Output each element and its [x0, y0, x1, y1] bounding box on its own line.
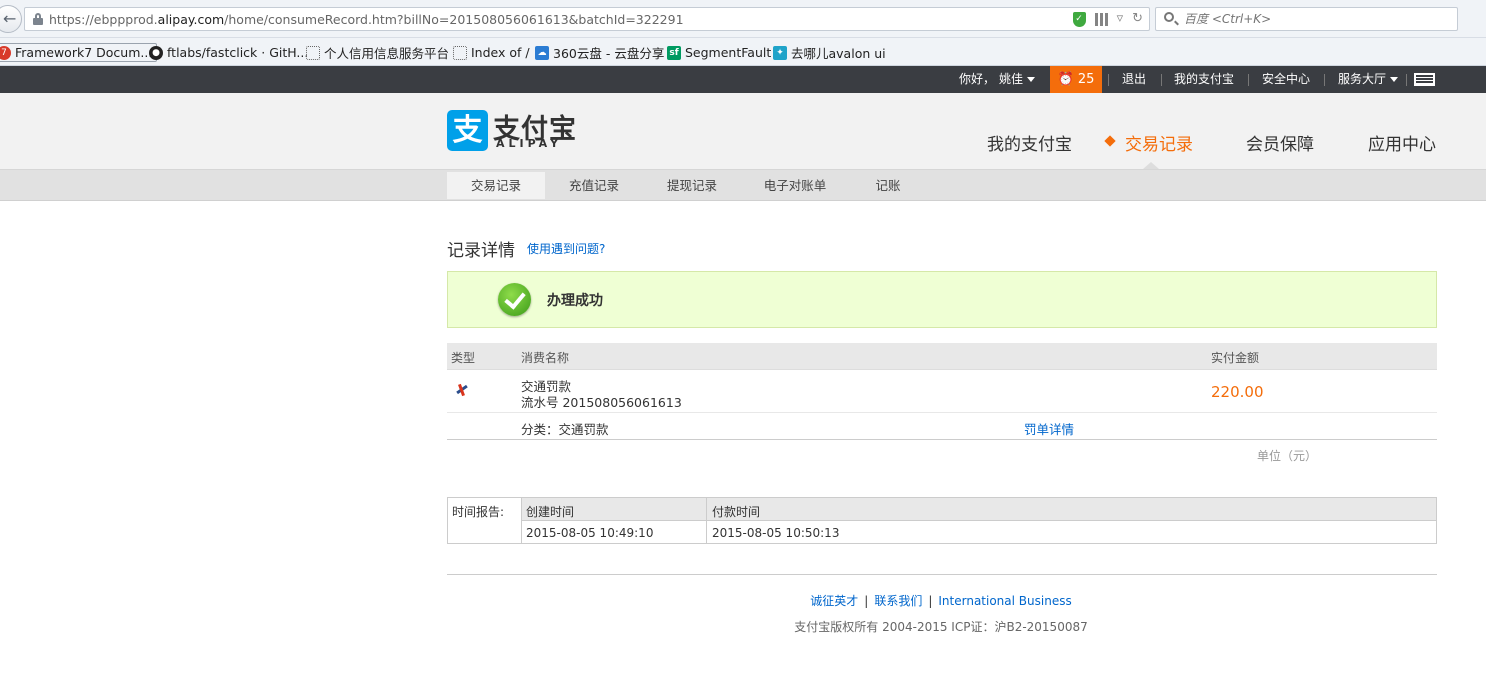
column-amount: 实付金额	[1211, 351, 1260, 365]
nav-member-protection[interactable]: 会员保障	[1246, 130, 1314, 155]
back-button[interactable]: ←	[0, 5, 22, 33]
unit-label: 单位（元）	[1257, 449, 1318, 463]
time-report-table: 时间报告: 创建时间 付款时间 2015-08-05 10:49:10 2015…	[447, 497, 1437, 544]
bookmarks-bar: 7 Framework7 Docum... ● ftlabs/fastclick ·…	[0, 38, 1486, 66]
traffic-fine-icon	[454, 382, 470, 398]
url-text[interactable]: https://ebppprod.alipay.com/home/consume…	[49, 12, 684, 27]
logout-link[interactable]: 退出	[1122, 66, 1146, 93]
paid-amount: 220.00	[1211, 383, 1264, 401]
paid-time: 2015-08-05 10:50:13	[712, 526, 840, 540]
nav-my-alipay[interactable]: 我的支付宝	[987, 130, 1072, 155]
nav-pointer-icon	[1143, 162, 1159, 169]
subtab-recharge[interactable]: 充值记录	[545, 172, 643, 199]
nav-app-center[interactable]: 应用中心	[1368, 130, 1436, 155]
site-header: 支 支付宝 ALIPAY 我的支付宝 交易记录 会员保障 应用中心	[0, 93, 1486, 169]
alipay-topbar: 你好， 姚佳 ⏰ 25 退出 我的支付宝 安全中心 服务大厅	[0, 66, 1486, 93]
qr-code-icon[interactable]	[1094, 12, 1108, 26]
contact-link[interactable]: 联系我们	[874, 594, 922, 608]
page-icon	[306, 45, 320, 60]
user-menu[interactable]: 你好， 姚佳	[959, 66, 1036, 93]
table-row: 分类：交通罚款 罚单详情	[447, 413, 1437, 440]
chevron-down-icon	[1390, 77, 1399, 82]
column-name: 消费名称	[521, 351, 570, 365]
subtab-transactions[interactable]: 交易记录	[447, 172, 545, 199]
bookmark-framework7[interactable]: 7 Framework7 Docum...	[0, 43, 158, 62]
subtab-bookkeeping[interactable]: 记账	[859, 172, 917, 199]
created-time-label: 创建时间	[526, 505, 575, 519]
cloud-icon: ☁	[535, 45, 549, 60]
back-arrow-icon: ←	[3, 9, 17, 28]
sub-navigation: 交易记录 充值记录 提现记录 电子对账单 记账	[0, 169, 1486, 201]
browser-search-box[interactable]	[1155, 7, 1458, 31]
address-bar[interactable]: https://ebppprod.alipay.com/home/consume…	[24, 7, 1150, 31]
github-icon: ●	[149, 45, 163, 60]
search-input[interactable]	[1182, 10, 1452, 28]
bookmark-fastclick[interactable]: ● ftlabs/fastclick · GitH...	[149, 44, 308, 61]
security-center-link[interactable]: 安全中心	[1262, 66, 1310, 93]
service-hall-menu[interactable]: 服务大厅	[1338, 66, 1399, 93]
alipay-logo-icon[interactable]: 支	[447, 110, 488, 151]
browser-toolbar: ← https://ebppprod.alipay.com/home/consu…	[0, 0, 1486, 38]
list-menu-icon[interactable]	[1414, 73, 1435, 86]
chevron-down-icon	[1027, 77, 1036, 82]
bookmark-avalon[interactable]: ✦ 去哪儿avalon ui	[773, 44, 886, 61]
page-icon	[453, 45, 467, 60]
created-time: 2015-08-05 10:49:10	[526, 526, 654, 540]
paid-time-label: 付款时间	[712, 505, 761, 519]
my-alipay-link[interactable]: 我的支付宝	[1174, 66, 1234, 93]
copyright: 支付宝版权所有 2004-2015 ICP证：沪B2-20150087	[794, 620, 1088, 634]
bookmark-index[interactable]: Index of /	[453, 44, 530, 61]
time-report-label: 时间报告:	[448, 498, 522, 543]
page-title: 记录详情	[447, 241, 515, 261]
column-type: 类型	[451, 351, 476, 365]
ticket-detail-link[interactable]: 罚单详情	[1024, 419, 1074, 438]
nav-transactions[interactable]: 交易记录	[1125, 130, 1193, 155]
dropdown-arrow-icon[interactable]: ▿	[1117, 11, 1124, 27]
segmentfault-icon: sf	[667, 45, 681, 60]
alarm-clock-icon: ⏰	[1057, 72, 1074, 87]
category: 分类：交通罚款	[521, 422, 609, 437]
logo-subtext: ALIPAY	[496, 137, 563, 150]
success-check-icon	[498, 283, 531, 316]
subtab-withdraw[interactable]: 提现记录	[643, 172, 741, 199]
framework7-icon: 7	[0, 45, 11, 60]
footer-divider	[447, 574, 1437, 575]
lock-icon	[33, 13, 43, 25]
serial-number: 流水号 201508056061613	[521, 395, 682, 410]
international-link[interactable]: International Business	[938, 594, 1071, 608]
success-banner: 办理成功	[447, 271, 1437, 328]
status-text: 办理成功	[547, 293, 603, 309]
qunar-icon: ✦	[773, 45, 787, 60]
reload-icon[interactable]: ↻	[1132, 11, 1143, 27]
time-report-header	[522, 498, 1436, 521]
table-row: 交通罚款 流水号 201508056061613 220.00	[447, 370, 1437, 413]
shield-icon[interactable]: ✓	[1072, 11, 1086, 27]
bookmark-credit[interactable]: 个人信用信息服务平台	[306, 44, 449, 61]
reminder-badge[interactable]: ⏰ 25	[1050, 66, 1102, 93]
active-indicator-icon	[1104, 135, 1116, 147]
record-table-header: 类型 消费名称 实付金额	[447, 343, 1437, 370]
careers-link[interactable]: 诚征英才	[810, 594, 858, 608]
bookmark-segmentfault[interactable]: sf SegmentFault	[667, 44, 771, 61]
search-icon	[1164, 12, 1174, 22]
subtab-statement[interactable]: 电子对账单	[741, 172, 849, 199]
bookmark-360[interactable]: ☁ 360云盘 - 云盘分享	[535, 44, 664, 61]
help-link[interactable]: 使用遇到问题?	[527, 240, 605, 257]
footer-links: 诚征英才 | 联系我们 | International Business	[810, 594, 1072, 608]
